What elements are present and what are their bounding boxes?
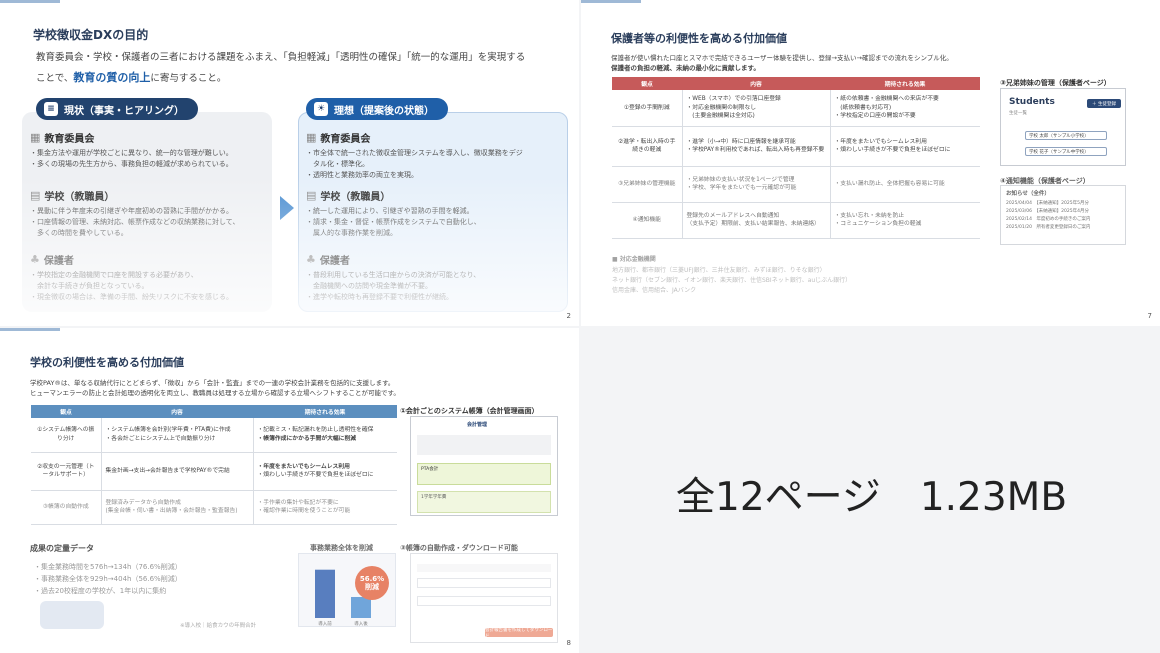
left-group-parents: ♣ 保護者 ・学校指定の金融機関で口座を開設する必要があり、 余計な手続きが負担と…: [30, 253, 233, 301]
notice-heading: お知らせ（全件）: [1006, 191, 1050, 197]
school-icon: ▤: [30, 189, 41, 202]
corner-decoration: [0, 328, 60, 331]
table-header: 内容: [101, 405, 253, 418]
right-group-school: ▤ 学校（教職員） ・統一した運用により、引継ぎや習熟の手間を軽減。 ・請求・集金・…: [306, 189, 481, 237]
chart-bar: [351, 596, 371, 618]
notice-mock: お知らせ（全件） 2025/04/04 【未納通知】2025年5月分 2025/…: [1000, 185, 1126, 245]
document-icon: ≡: [44, 102, 58, 116]
ledger-title: ①会計ごとのシステム帳簿（会計管理画面）: [400, 407, 539, 415]
ledger-mock: 会計管理 PTA会計 1学年学年費: [410, 416, 558, 516]
download-title: ③帳簿の自動作成・ダウンロード可能: [400, 544, 518, 552]
kpi-title: 成果の定量データ: [30, 544, 94, 553]
school-value-table: 観点 内容 期待される効果 ①システム帳簿への振り分け ・システム帳簿を会計別(…: [31, 405, 397, 525]
notice-list: 2025/04/04 【未納通知】2025年5月分 2025/03/06 【未納…: [1006, 200, 1090, 232]
students-heading: Students: [1009, 97, 1055, 107]
page-number: 7: [1147, 312, 1152, 320]
table-row: ④通知機能 登録先のメールアドレスへ自動通知 （支払予定）期限前、支払い結果報告、…: [612, 202, 980, 239]
slide-title: 学校徴収金DXの目的: [33, 28, 149, 42]
banks-title: ■ 対応金融機関: [612, 256, 656, 263]
banks-list: 地方銀行、都市銀行（三菱UFJ銀行、三井住友銀行、みずほ銀行、りそな銀行） ネット…: [612, 267, 852, 294]
chart-title: 事務業務全体を削減: [310, 544, 373, 552]
lightbulb-icon: ☀: [314, 102, 328, 116]
table-header: 内容: [682, 77, 830, 90]
slide-intro: 保護者が使い慣れた口座とスマホで完結できるユーザー体験を提供し、登録→支払い→確…: [611, 54, 953, 72]
student-chip[interactable]: 学校 花子（サンプル中学校）: [1025, 147, 1107, 156]
ledger-row[interactable]: 1学年学年費: [417, 491, 551, 513]
siblings-title: ③兄弟姉妹の管理（保護者ページ）: [1000, 79, 1111, 87]
corner-decoration: [0, 0, 60, 3]
current-state-label: ≡ 現状（事実・ヒアリング）: [36, 98, 198, 120]
right-group-board: ▦ 教育委員会 ・市全体で統一された徴収金管理システムを導入し、徴収業務をデジ タ…: [306, 131, 523, 179]
table-header: 観点: [31, 405, 101, 418]
table-header: 期待される効果: [830, 77, 980, 90]
table-row: ①登録の手間削減 ・WEB（スマホ）での引落口座登録 ・対応金融機関の制限なし (…: [612, 90, 980, 127]
chart-box: 導入前 導入後 56.6% 削減: [298, 553, 396, 627]
students-sub: 生徒一覧: [1009, 111, 1027, 116]
chart-note: ※導入校｜給食カウの年間合計: [180, 623, 257, 629]
chart-bar: [315, 569, 335, 618]
ideal-state-label: ☀ 理想（提案後の状態）: [306, 98, 448, 120]
page-number: 2: [566, 312, 571, 320]
reduction-badge: 56.6% 削減: [355, 566, 389, 600]
parent-value-table: 観点 内容 期待される効果 ①登録の手間削減 ・WEB（スマホ）での引落口座登録…: [612, 77, 980, 239]
slide-intro: 学校PAY®は、単なる収納代行にとどまらず、「徴収」から「会計・監査」までの一連…: [30, 379, 400, 397]
family-icon: ♣: [30, 253, 40, 266]
arrow-right-icon: [280, 196, 294, 220]
download-button[interactable]: 会計報告書を作成してダウンロード: [485, 628, 553, 639]
ledger-filter: [417, 435, 551, 455]
download-mock: 会計報告書を作成してダウンロード: [410, 553, 558, 643]
chart-category-label: 導入後: [354, 620, 368, 627]
family-icon: ♣: [306, 253, 316, 266]
slide-title: 学校の利便性を高める付加価値: [30, 356, 184, 369]
student-chip[interactable]: 学校 太郎（サンプル小学校）: [1025, 131, 1107, 140]
table-row: ②進学・転出入時の手続きの軽減 ・進学（小→中）時に口座情報を継承可能 ・学校PA…: [612, 126, 980, 167]
slide-intro: 教育委員会・学校・保護者の三者における課題をふまえ、「負担軽減」「透明性の確保」…: [36, 52, 526, 84]
list-item[interactable]: 2025/01/20 所有者変更登録日のご案内: [1006, 224, 1090, 232]
school-icon: ▤: [306, 189, 317, 202]
table-row: ③兄弟姉妹の管理機能 ・兄弟姉妹の支払い状況を1ページで管理 ・学校、学年をまたい…: [612, 166, 980, 203]
slide-title: 保護者等の利便性を高める付加価値: [611, 32, 787, 45]
list-item[interactable]: 2025/03/06 【未納通知】2025年4月分: [1006, 208, 1090, 216]
slide-page-2: 学校徴収金DXの目的 教育委員会・学校・保護者の三者における課題をふまえ、「負担…: [0, 0, 579, 326]
left-group-school: ▤ 学校（教職員） ・異動に伴う年度末の引継ぎや年度初めの習熟に手間がかかる。 ・口…: [30, 189, 240, 237]
highlight-text: 教育の質の向上: [73, 71, 151, 84]
add-student-button[interactable]: ＋ 生徒登録: [1087, 99, 1121, 108]
form-field[interactable]: [417, 564, 551, 572]
left-group-board: ▦ 教育委員会 ・集金方法や運用が学校ごとに異なり、統一的な管理が難しい。 ・多くの…: [30, 131, 233, 168]
form-field[interactable]: [417, 578, 551, 588]
building-icon: ▦: [30, 131, 41, 144]
ledger-row[interactable]: PTA会計: [417, 463, 551, 485]
ledger-heading: 会計管理: [467, 422, 488, 428]
building-icon: ▦: [306, 131, 317, 144]
table-row: ②収支の一元管理（トータルサポート） 集金計画→支出→会計報告まで学校PAY®で…: [31, 452, 397, 491]
page-count-summary: 全12ページ 1.23MB: [676, 475, 1068, 520]
right-group-parents: ♣ 保護者 ・普段利用している生活口座からの決済が可能となり、 金融機関への訪問や…: [306, 253, 481, 301]
table-header: 観点: [612, 77, 682, 90]
corner-decoration: [581, 0, 641, 3]
table-row: ③帳簿の自動作成 登録済みデータから自動作成 (集金台帳・伺い書・出納簿・会計報告…: [31, 490, 397, 525]
list-item[interactable]: 2025/02/14 年度初めの手続きのご案内: [1006, 216, 1090, 224]
form-field[interactable]: [417, 596, 551, 606]
page-number: 8: [566, 639, 571, 647]
table-header: 期待される効果: [253, 405, 397, 418]
siblings-mock: Students 生徒一覧 ＋ 生徒登録 学校 太郎（サンプル小学校） 学校 花…: [1000, 88, 1126, 166]
list-item[interactable]: 2025/04/04 【未納通知】2025年5月分: [1006, 200, 1090, 208]
table-row: ①システム帳簿への振り分け ・システム帳簿を会計別(学年費・PTA費)に作成 ・各…: [31, 418, 397, 453]
card-illustration: [40, 601, 104, 629]
chart-category-label: 導入前: [318, 620, 332, 627]
kpi-list: ・集金業務時間を576h→134h（76.6%削減） ・事務業務全体を929h→4…: [34, 563, 182, 595]
